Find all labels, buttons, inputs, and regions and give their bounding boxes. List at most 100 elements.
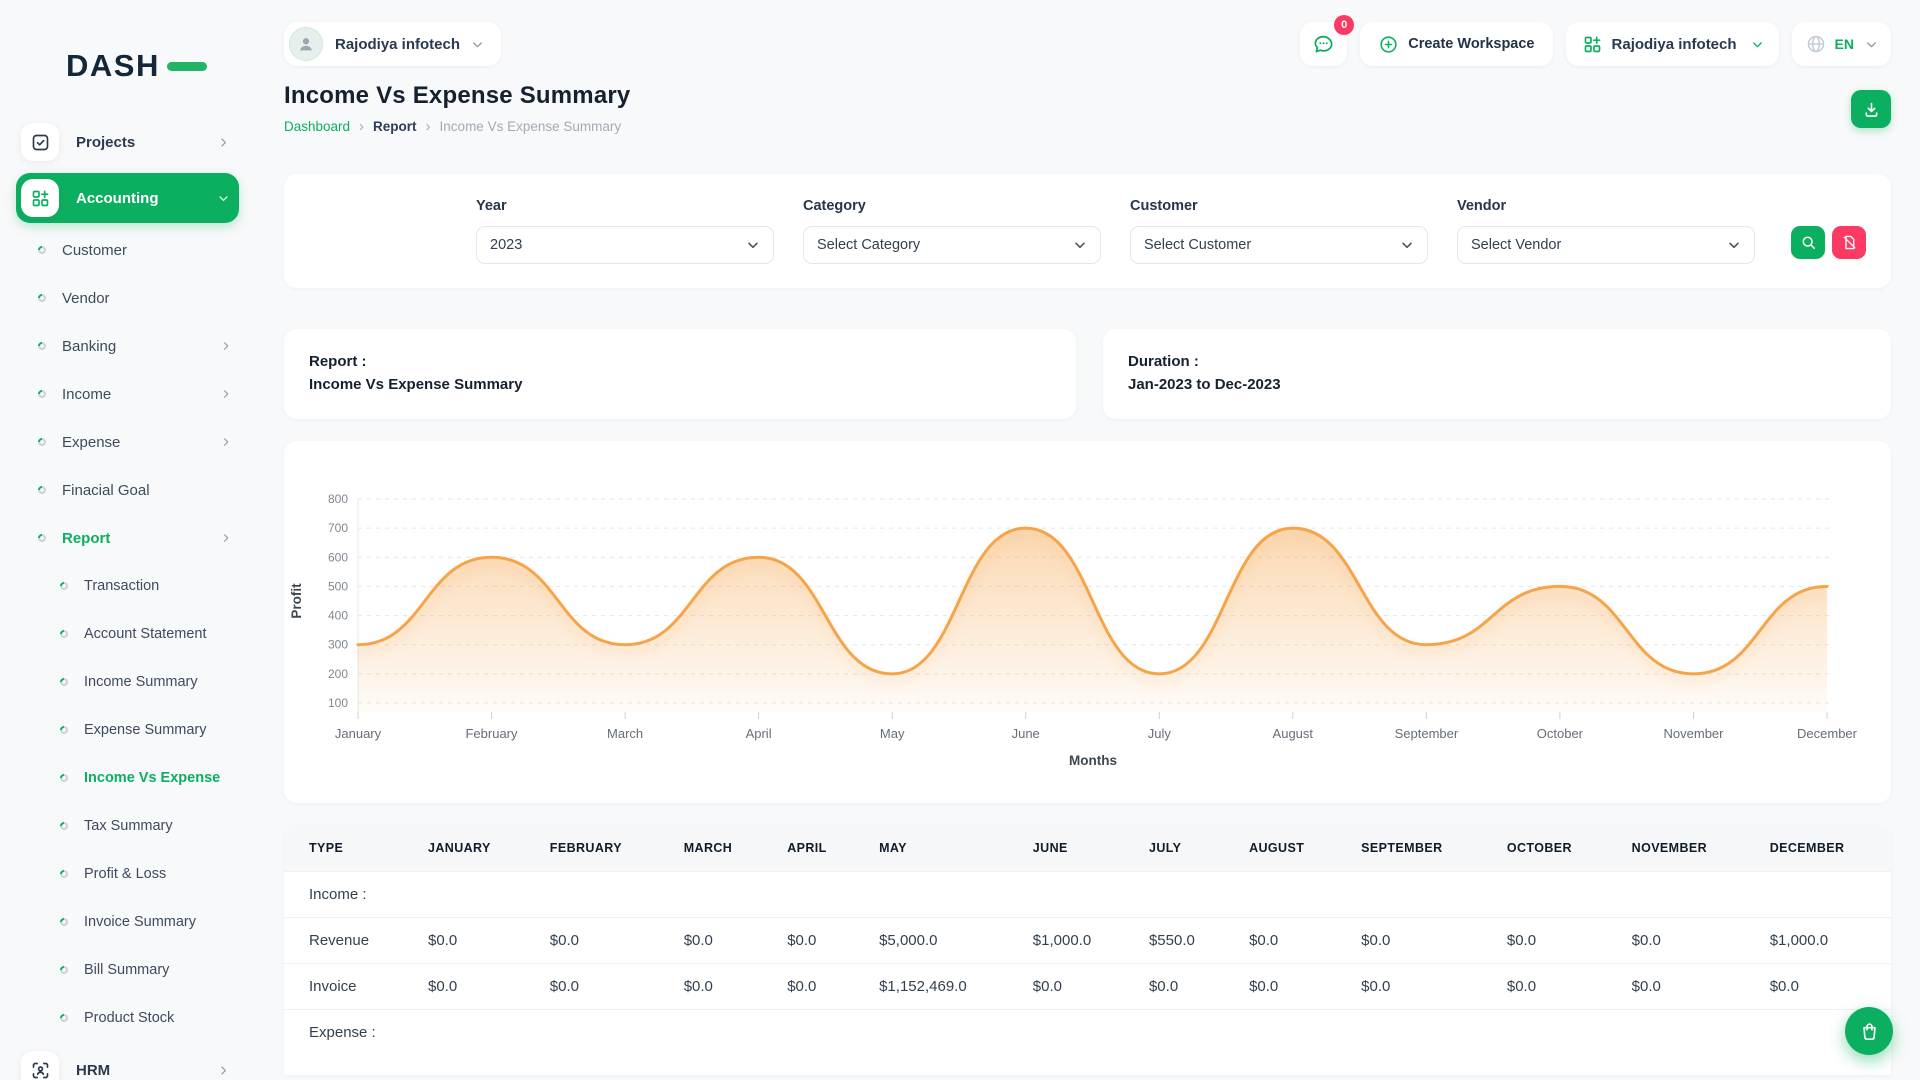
organization-selector[interactable]: Rajodiya infotech bbox=[1566, 22, 1779, 66]
table-cell-value: $5,000.0 bbox=[863, 918, 1017, 964]
sidebar-item-label: Report bbox=[62, 530, 219, 547]
x-tick-label: February bbox=[465, 726, 518, 741]
y-tick-label: 300 bbox=[328, 638, 348, 652]
chevron-down-icon bbox=[216, 191, 231, 206]
floating-shop-button[interactable] bbox=[1845, 1007, 1893, 1055]
sidebar-item-transaction[interactable]: Transaction bbox=[0, 562, 255, 610]
sidebar-group-accounting: Accounting bbox=[0, 170, 255, 226]
messages-button[interactable]: 0 bbox=[1300, 22, 1347, 66]
table-cell-value: $0.0 bbox=[412, 964, 534, 1010]
sidebar-item-tax-summary[interactable]: Tax Summary bbox=[0, 802, 255, 850]
vendor-select[interactable]: Select Vendor bbox=[1457, 226, 1755, 264]
sidebar-item-label: Bill Summary bbox=[84, 962, 233, 978]
sidebar: DASH Projects Accounting Customer Vendor Ban… bbox=[0, 0, 255, 1080]
sidebar-item-expense-summary[interactable]: Expense Summary bbox=[0, 706, 255, 754]
bullet-icon bbox=[58, 724, 69, 735]
bullet-icon bbox=[36, 292, 47, 303]
workspace-name: Rajodiya infotech bbox=[335, 36, 460, 53]
breadcrumb-dashboard[interactable]: Dashboard bbox=[284, 119, 350, 134]
sidebar-item-invoice-summary[interactable]: Invoice Summary bbox=[0, 898, 255, 946]
bullet-icon bbox=[58, 676, 69, 687]
report-card-label: Report : bbox=[309, 350, 1051, 373]
chevron-right-icon bbox=[219, 387, 233, 401]
sidebar-item-label: Vendor bbox=[62, 290, 233, 307]
table-cell-value: $0.0 bbox=[1233, 964, 1345, 1010]
year-value: 2023 bbox=[490, 237, 745, 253]
breadcrumb-report[interactable]: Report bbox=[373, 119, 417, 134]
sidebar-item-income-vs-expense[interactable]: Income Vs Expense bbox=[0, 754, 255, 802]
sidebar-item-report[interactable]: Report bbox=[0, 514, 255, 562]
sidebar-item-customer[interactable]: Customer bbox=[0, 226, 255, 274]
table-column-header: DECEMBER bbox=[1754, 825, 1891, 872]
sidebar-item-label: Expense bbox=[62, 434, 219, 451]
sidebar-item-finacial-goal[interactable]: Finacial Goal bbox=[0, 466, 255, 514]
y-tick-label: 400 bbox=[328, 609, 348, 623]
create-workspace-button[interactable]: Create Workspace bbox=[1360, 22, 1552, 66]
table-row: Revenue$0.0$0.0$0.0$0.0$5,000.0$1,000.0$… bbox=[284, 918, 1891, 964]
customer-value: Select Customer bbox=[1144, 237, 1399, 253]
app-root: DASH Projects Accounting Customer Vendor Ban… bbox=[0, 0, 1920, 1080]
sidebar-item-banking[interactable]: Banking bbox=[0, 322, 255, 370]
grid-plus-icon bbox=[30, 188, 51, 209]
report-card-value: Income Vs Expense Summary bbox=[309, 373, 1051, 396]
page-header: Income Vs Expense Summary Dashboard › Re… bbox=[284, 82, 1891, 134]
sidebar-item-hrm[interactable]: HRM bbox=[16, 1045, 239, 1080]
table-cell-value: $0.0 bbox=[1616, 918, 1754, 964]
workspace-selector[interactable]: Rajodiya infotech bbox=[284, 22, 501, 66]
table-column-header: MAY bbox=[863, 825, 1017, 872]
topbar-right: 0 Create Workspace Rajodiya infotech EN bbox=[1300, 22, 1891, 66]
chevron-down-icon bbox=[745, 237, 761, 253]
sidebar-item-label: Transaction bbox=[84, 578, 233, 594]
chevron-right-icon bbox=[219, 339, 233, 353]
sidebar-item-product-stock[interactable]: Product Stock bbox=[0, 994, 255, 1042]
sidebar-item-label: Customer bbox=[62, 242, 233, 259]
sidebar-item-account-statement[interactable]: Account Statement bbox=[0, 610, 255, 658]
duration-card-value: Jan-2023 to Dec-2023 bbox=[1128, 373, 1866, 396]
clear-filter-button[interactable] bbox=[1832, 226, 1866, 259]
table-cell-value: $0.0 bbox=[771, 918, 863, 964]
sidebar-item-projects[interactable]: Projects bbox=[16, 117, 239, 167]
language-selector[interactable]: EN bbox=[1792, 22, 1891, 66]
sidebar-item-label: Accounting bbox=[76, 190, 216, 207]
table-cell-value: $0.0 bbox=[771, 964, 863, 1010]
bullet-icon bbox=[58, 628, 69, 639]
sidebar-item-label: Banking bbox=[62, 338, 219, 355]
chevron-right-icon bbox=[219, 339, 233, 353]
table-cell-value: $0.0 bbox=[1345, 964, 1491, 1010]
sidebar-item-vendor[interactable]: Vendor bbox=[0, 274, 255, 322]
chevron-right-icon bbox=[216, 135, 231, 150]
year-select[interactable]: 2023 bbox=[476, 226, 774, 264]
x-tick-label: August bbox=[1273, 726, 1314, 741]
sidebar-item-income-summary[interactable]: Income Summary bbox=[0, 658, 255, 706]
download-report-button[interactable] bbox=[1851, 90, 1891, 128]
bullet-icon bbox=[36, 436, 47, 447]
sidebar-item-income[interactable]: Income bbox=[0, 370, 255, 418]
app-logo[interactable]: DASH bbox=[66, 48, 255, 84]
sidebar-item-expense[interactable]: Expense bbox=[0, 418, 255, 466]
category-select[interactable]: Select Category bbox=[803, 226, 1101, 264]
sidebar-item-label: Expense Summary bbox=[84, 722, 233, 738]
sidebar-item-profit-loss[interactable]: Profit & Loss bbox=[0, 850, 255, 898]
table-cell-value: $0.0 bbox=[668, 918, 772, 964]
customer-select[interactable]: Select Customer bbox=[1130, 226, 1428, 264]
sidebar-item-bill-summary[interactable]: Bill Summary bbox=[0, 946, 255, 994]
search-icon bbox=[1800, 234, 1817, 251]
workspace-avatar bbox=[289, 27, 323, 61]
apply-filter-button[interactable] bbox=[1791, 226, 1825, 259]
checkbox-icon bbox=[30, 132, 51, 153]
chart-area-fill bbox=[358, 528, 1827, 712]
sidebar-item-label: Finacial Goal bbox=[62, 482, 233, 499]
x-tick-label: May bbox=[880, 726, 905, 741]
bullet-icon bbox=[58, 820, 69, 831]
plus-circle-icon bbox=[1378, 34, 1399, 55]
chevron-right-icon bbox=[216, 1063, 231, 1078]
sidebar-item-accounting[interactable]: Accounting bbox=[16, 173, 239, 223]
bullet-icon bbox=[36, 388, 47, 399]
bullet-icon bbox=[36, 532, 47, 543]
category-value: Select Category bbox=[817, 237, 1072, 253]
report-card: Report : Income Vs Expense Summary bbox=[284, 329, 1076, 419]
chevron-right-icon bbox=[219, 435, 233, 449]
chevron-down-icon bbox=[216, 191, 231, 206]
table-cell-value: $0.0 bbox=[534, 964, 668, 1010]
duration-card: Duration : Jan-2023 to Dec-2023 bbox=[1103, 329, 1891, 419]
